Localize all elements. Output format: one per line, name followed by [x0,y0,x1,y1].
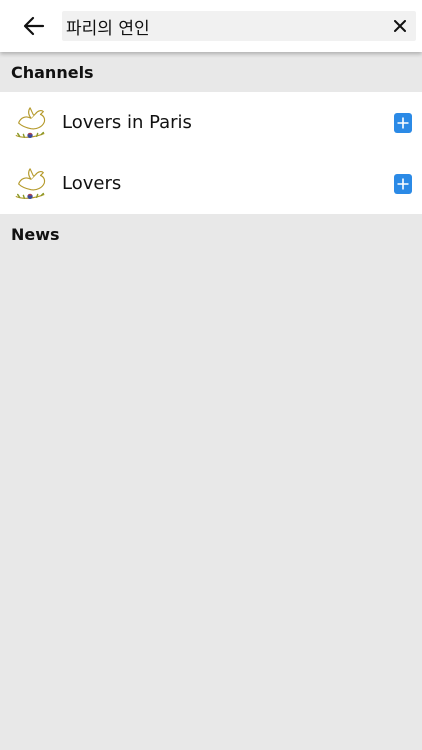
add-channel-button[interactable] [394,113,412,133]
plus-icon [397,117,409,129]
arrow-left-icon [23,16,45,36]
add-channel-button[interactable] [394,174,412,194]
channel-name: Lovers [62,173,122,194]
close-icon [394,20,406,32]
search-input[interactable] [66,11,376,41]
news-section-header: News [11,224,60,244]
dove-icon [15,168,46,200]
clear-search-button[interactable] [390,16,410,36]
plus-icon [397,178,409,190]
channels-section-header: Channels [11,62,94,82]
channel-name: Lovers in Paris [62,112,192,133]
search-field-container [62,11,416,41]
channel-list: Lovers in Paris Lovers [0,92,422,214]
back-button[interactable] [14,8,54,44]
dove-icon [15,107,46,139]
search-bar [0,0,422,52]
channel-row-lovers[interactable]: Lovers [0,153,422,214]
channel-row-lovers-in-paris[interactable]: Lovers in Paris [0,92,422,153]
